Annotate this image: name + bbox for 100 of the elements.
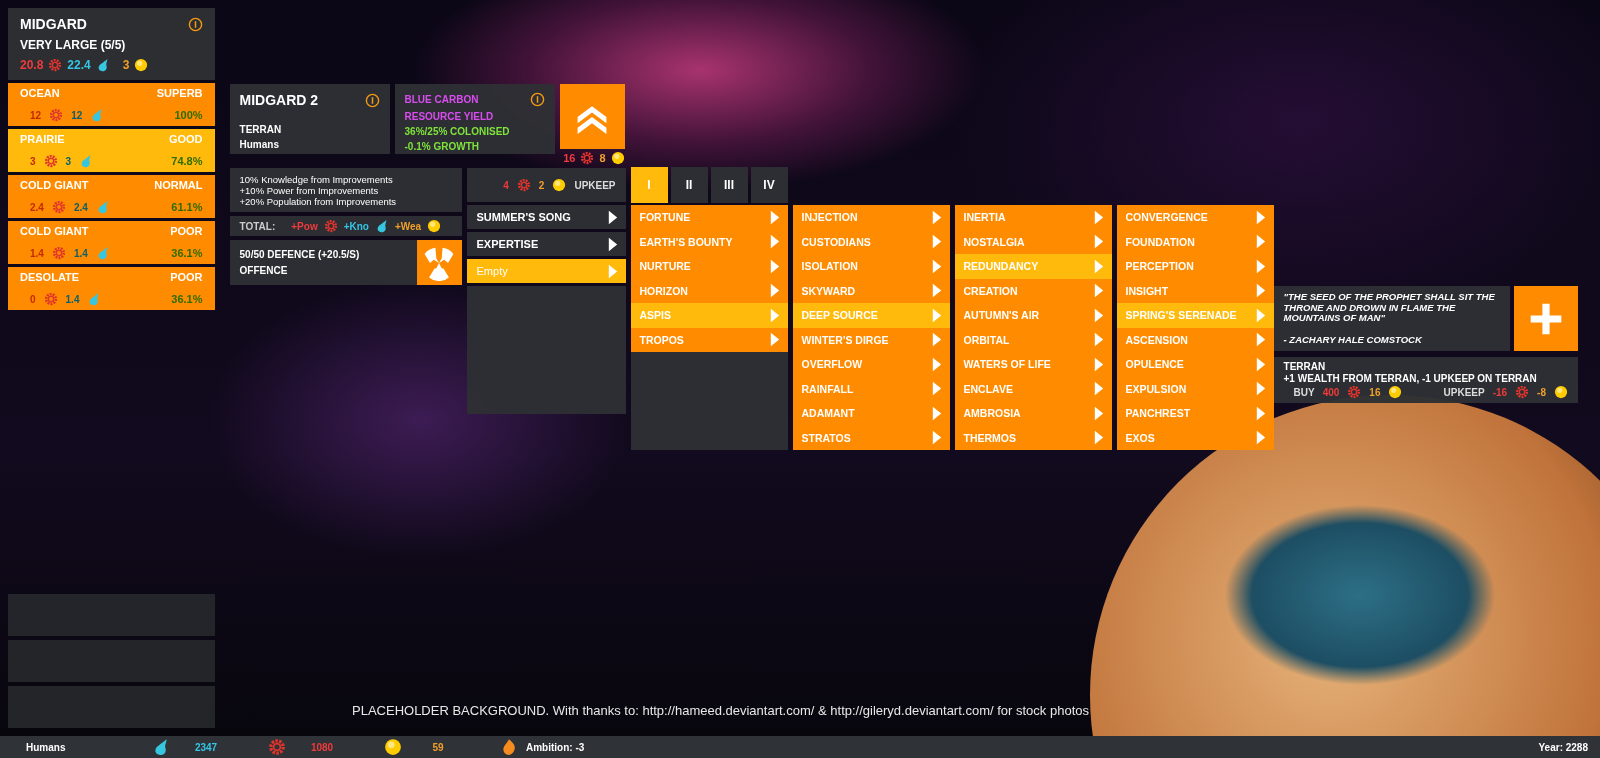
menu-item[interactable]: RAINFALL [792,376,950,401]
arrow-icon [769,306,780,324]
trait-name: TERRAN [1283,361,1327,372]
menu-item[interactable]: REDUNDANCY [954,254,1112,279]
menu-item[interactable]: ASCENSION [1116,327,1274,352]
arrow-icon [931,208,942,226]
terrain-card[interactable]: DESOLATE POOR 0 1.4 36.1% [8,267,215,310]
upkeep-label: UPKEEP [1443,386,1485,398]
terrain-share: 74.8% [171,155,203,167]
quote-author: - ZACHARY HALE COMSTOCK [1283,334,1423,345]
menu-item[interactable]: OVERFLOW [792,352,950,377]
quote-text: "THE SEED OF THE PROPHET SHALL SIT THE THRONE AND DROWN IN FLAME THE MOUNTAINS OF MAN" [1283,292,1496,324]
menu-item[interactable]: OPULENCE [1116,352,1274,377]
credits-text: PLACEHOLDER BACKGROUND. With thanks to: http://hameed.deviantart.com/ & http://gileryd.deviantart.com/ for stock photos [352,703,1089,718]
tier-tab[interactable]: II [670,167,708,203]
menu-item[interactable]: CUSTODIANS [792,229,950,254]
gear-icon [51,246,66,260]
menu-item[interactable]: PERCEPTION [1116,254,1274,279]
menu-item[interactable]: INERTIA [954,205,1112,230]
info-icon[interactable] [529,92,545,107]
wealth-total: 59 [431,741,445,753]
arrow-icon [1255,282,1266,300]
menu-item[interactable]: TROPOS [630,327,788,352]
terrain-card[interactable]: COLD GIANT NORMAL 2.4 2.4 61.1% [8,175,215,218]
offence-button[interactable] [416,240,462,285]
terrain-card[interactable]: PRAIRIE GOOD 3 3 74.8% [8,129,215,172]
knowledge-value: 1.4 [73,247,88,259]
menu-item[interactable]: WINTER'S DIRGE [792,327,950,352]
menu-item[interactable]: EARTH'S BOUNTY [630,229,788,254]
arrow-icon [1255,208,1266,226]
arrow-icon [1093,355,1104,373]
info-icon[interactable] [364,92,380,108]
flame-icon [500,738,518,756]
terrain-card[interactable]: COLD GIANT POOR 1.4 1.4 36.1% [8,221,215,264]
coin-icon [1554,385,1568,399]
arrow-icon [769,331,780,349]
power-value: 20.8 [20,58,44,72]
gear-icon [48,58,63,72]
menu-item[interactable]: ORBITAL [954,327,1112,352]
power-total: 1080 [309,741,335,753]
menu-item[interactable]: FORTUNE [630,205,788,230]
menu-item[interactable]: INJECTION [792,205,950,230]
menu-item[interactable]: EXOS [1116,425,1274,450]
menu-item[interactable]: ISOLATION [792,254,950,279]
arrow-icon [769,208,780,226]
gear-icon [49,108,64,122]
arrow-icon [1255,355,1266,373]
arrow-icon [769,233,780,251]
menu-item[interactable]: SPRING'S SERENADE [1116,303,1274,328]
wealth-cost: 8 [599,152,606,164]
tier-tab[interactable]: III [710,167,748,203]
menu-item[interactable]: SKYWARD [792,278,950,303]
menu-item[interactable]: WATERS OF LIFE [954,352,1112,377]
arrow-icon [1093,380,1104,398]
menu-item[interactable]: AUTUMN'S AIR [954,303,1112,328]
info-icon[interactable] [187,16,203,32]
slot-button[interactable]: SUMMER'S SONG [466,205,626,229]
power-value: 3 [30,155,36,167]
growth-text: -0.1% GROWTH [404,141,480,152]
terrain-share: 36.1% [171,293,203,305]
menu-item[interactable]: ASPIS [630,303,788,328]
terrain-card[interactable]: OCEAN SUPERB 12 12 100% [8,83,215,126]
menu-item[interactable]: EXPULSION [1116,376,1274,401]
power-value: 12 [30,109,42,121]
menu-item[interactable]: CONVERGENCE [1116,205,1274,230]
menu-item[interactable]: DEEP SOURCE [792,303,950,328]
power-total: +Pow [291,220,318,232]
tier-tab[interactable]: IV [750,167,788,203]
menu-item[interactable]: CREATION [954,278,1112,303]
arrow-icon [931,306,942,324]
coin-icon [610,151,625,165]
slot-button[interactable]: Empty [466,259,626,283]
terrain-quality: NORMAL [154,179,203,191]
menu-item[interactable]: NURTURE [630,254,788,279]
resource-subtitle: RESOURCE YIELD [404,111,495,122]
power-value: 0 [30,293,36,305]
menu-item[interactable]: HORIZON [630,278,788,303]
menu-item[interactable]: THERMOS [954,425,1112,450]
menu-item[interactable]: INSIGHT [1116,278,1274,303]
slot-button[interactable]: EXPERTISE [466,232,626,256]
terrain-quality: POOR [170,225,203,237]
arrow-icon [931,429,942,447]
menu-item[interactable]: ADAMANT [792,401,950,426]
tier-tab[interactable]: I [630,167,668,203]
menu-item[interactable]: PANCHREST [1116,401,1274,426]
menu-item[interactable]: AMBROSIA [954,401,1112,426]
drop-icon [152,738,170,756]
knowledge-value: 22.4 [67,58,91,72]
coin-icon [427,219,442,233]
trait-effect: +1 WEALTH FROM TERRAN, -1 UPKEEP ON TERRAN [1283,373,1538,384]
menu-item[interactable]: STRATOS [792,425,950,450]
menu-item[interactable]: NOSTALGIA [954,229,1112,254]
terrain-type: COLD GIANT [20,225,89,237]
menu-item[interactable]: ENCLAVE [954,376,1112,401]
menu-item[interactable]: FOUNDATION [1116,229,1274,254]
year-text: Year: 2288 [1538,741,1588,753]
arrow-icon [1255,404,1266,422]
colonised-text: 36%/25% COLONISED [404,126,511,137]
arrow-icon [1255,306,1266,324]
knowledge-value: 3 [65,155,72,167]
